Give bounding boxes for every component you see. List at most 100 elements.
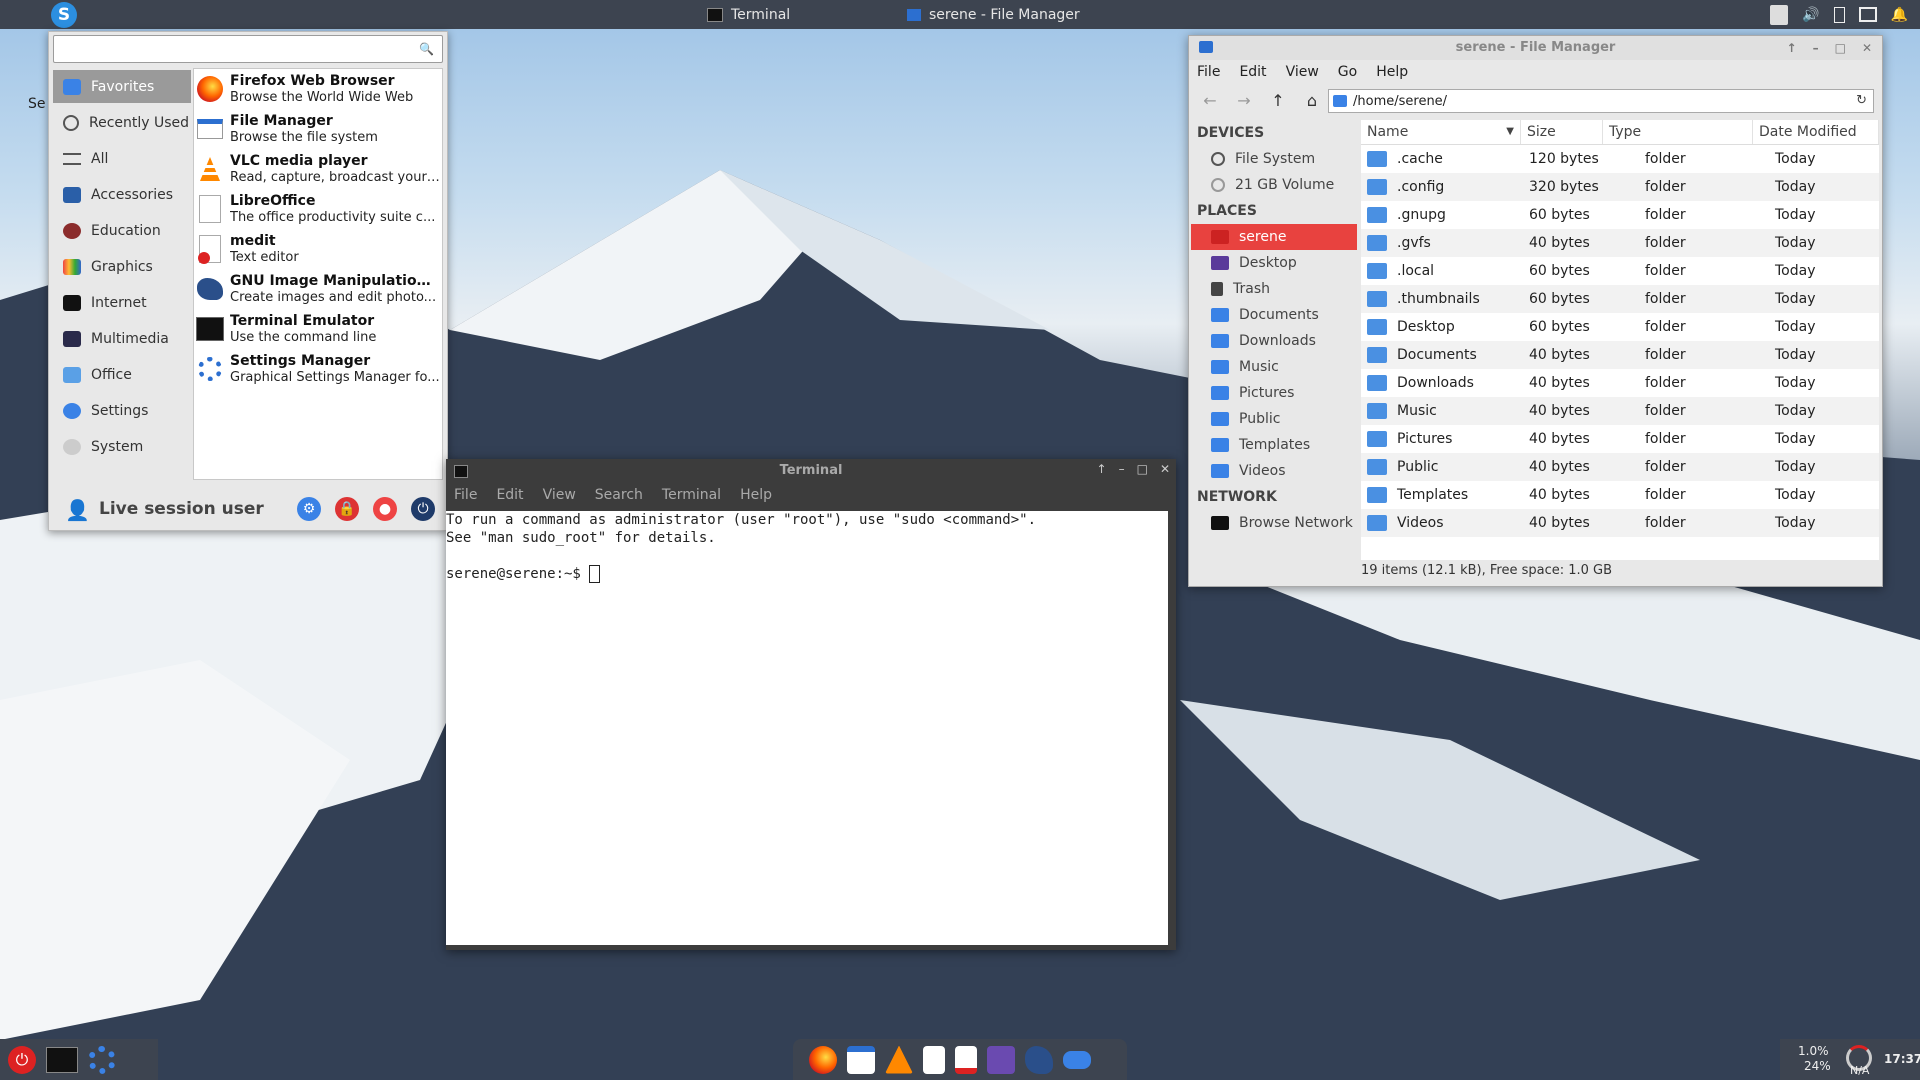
table-row[interactable]: Desktop 60 bytes folder Today xyxy=(1361,313,1879,341)
table-row[interactable]: Downloads 40 bytes folder Today xyxy=(1361,369,1879,397)
app-file-manager[interactable]: File Manager Browse the file system xyxy=(194,109,442,149)
screenshot-icon[interactable] xyxy=(987,1045,1015,1074)
terminal-output[interactable]: To run a command as administrator (user … xyxy=(446,511,1168,945)
settings-gear-icon[interactable]: ⚙ xyxy=(297,497,321,521)
sidebar-item-volume[interactable]: 21 GB Volume xyxy=(1191,172,1357,198)
table-row[interactable]: .local 60 bytes folder Today xyxy=(1361,257,1879,285)
table-row[interactable]: Public 40 bytes folder Today xyxy=(1361,453,1879,481)
table-row[interactable]: Music 40 bytes folder Today xyxy=(1361,397,1879,425)
location-bar[interactable]: /home/serene/ ↻ xyxy=(1328,89,1874,113)
up-arrow-icon[interactable]: ↑ xyxy=(1265,91,1291,110)
minimize-icon[interactable]: – xyxy=(1119,462,1125,476)
network-manager-icon[interactable] xyxy=(1063,1050,1091,1069)
menu-search-input[interactable] xyxy=(60,36,414,62)
sidebar-item-trash[interactable]: Trash xyxy=(1191,276,1357,302)
keep-above-icon[interactable]: ↑ xyxy=(1097,462,1107,476)
minimize-icon[interactable]: – xyxy=(1813,36,1819,60)
clock[interactable]: 17:37 xyxy=(1884,1052,1920,1066)
category-internet[interactable]: Internet xyxy=(53,286,191,319)
app-settings-manager[interactable]: Settings Manager Graphical Settings Manag… xyxy=(194,349,442,389)
applications-menu-button[interactable]: S xyxy=(51,1,77,28)
menu-help[interactable]: Help xyxy=(740,487,772,503)
maximize-icon[interactable]: □ xyxy=(1835,36,1846,60)
close-icon[interactable]: ✕ xyxy=(1160,462,1170,476)
category-settings[interactable]: Settings xyxy=(53,394,191,427)
sidebar-item-documents[interactable]: Documents xyxy=(1191,302,1357,328)
table-row[interactable]: .config 320 bytes folder Today xyxy=(1361,173,1879,201)
notification-icon[interactable]: 🔔 xyxy=(1891,7,1908,23)
desktop-icon-label[interactable]: Se xyxy=(28,96,46,112)
menu-help[interactable]: Help xyxy=(1376,64,1408,80)
volume-icon[interactable]: 🔊 xyxy=(1802,7,1819,23)
gimp-icon[interactable] xyxy=(1025,1045,1053,1074)
task-file-manager[interactable]: serene - File Manager xyxy=(907,0,1080,29)
sidebar-item-serene[interactable]: serene xyxy=(1191,224,1357,250)
app-libreoffice[interactable]: LibreOffice The office productivity suite… xyxy=(194,189,442,229)
sidebar-item-public[interactable]: Public xyxy=(1191,406,1357,432)
menu-edit[interactable]: Edit xyxy=(496,487,523,503)
menu-search[interactable]: Search xyxy=(595,487,643,503)
back-arrow-icon[interactable]: ← xyxy=(1197,91,1223,110)
forward-arrow-icon[interactable]: → xyxy=(1231,91,1257,110)
table-row[interactable]: Documents 40 bytes folder Today xyxy=(1361,341,1879,369)
category-multimedia[interactable]: Multimedia xyxy=(53,322,191,355)
menu-file[interactable]: File xyxy=(1197,64,1220,80)
sidebar-item-templates[interactable]: Templates xyxy=(1191,432,1357,458)
sidebar-item-downloads[interactable]: Downloads xyxy=(1191,328,1357,354)
close-icon[interactable]: ✕ xyxy=(1862,36,1872,60)
app-firefox[interactable]: Firefox Web Browser Browse the World Wide… xyxy=(194,69,442,109)
table-row[interactable]: .gvfs 40 bytes folder Today xyxy=(1361,229,1879,257)
file-manager-icon[interactable] xyxy=(847,1045,875,1074)
column-header-type[interactable]: Type xyxy=(1603,120,1753,144)
firefox-icon[interactable] xyxy=(809,1045,837,1074)
medit-icon[interactable] xyxy=(955,1045,977,1074)
lock-screen-icon[interactable]: 🔒 xyxy=(335,497,359,521)
libreoffice-icon[interactable] xyxy=(923,1045,945,1074)
menu-view[interactable]: View xyxy=(543,487,576,503)
reload-icon[interactable]: ↻ xyxy=(1856,93,1867,108)
vlc-icon[interactable] xyxy=(885,1045,913,1074)
column-header-date[interactable]: Date Modified xyxy=(1753,120,1879,144)
category-office[interactable]: Office xyxy=(53,358,191,391)
power-icon[interactable]: ⏻ xyxy=(8,1045,36,1074)
settings-launcher-icon[interactable] xyxy=(88,1045,116,1074)
app-gimp[interactable]: GNU Image Manipulation ... Create images … xyxy=(194,269,442,309)
app-terminal-emulator[interactable]: Terminal Emulator Use the command line xyxy=(194,309,442,349)
app-medit[interactable]: medit Text editor xyxy=(194,229,442,269)
trash-icon[interactable] xyxy=(1770,4,1789,25)
keep-above-icon[interactable]: ↑ xyxy=(1787,36,1797,60)
table-row[interactable]: .thumbnails 60 bytes folder Today xyxy=(1361,285,1879,313)
log-out-icon[interactable]: ⏻ xyxy=(411,497,435,521)
menu-view[interactable]: View xyxy=(1286,64,1319,80)
table-row[interactable]: .gnupg 60 bytes folder Today xyxy=(1361,201,1879,229)
maximize-icon[interactable]: □ xyxy=(1137,462,1148,476)
menu-edit[interactable]: Edit xyxy=(1239,64,1266,80)
menu-file[interactable]: File xyxy=(454,487,477,503)
sidebar-item-music[interactable]: Music xyxy=(1191,354,1357,380)
category-recently-used[interactable]: Recently Used xyxy=(53,106,191,139)
column-header-name[interactable]: Name ▼ xyxy=(1361,120,1521,144)
table-row[interactable]: Templates 40 bytes folder Today xyxy=(1361,481,1879,509)
terminal-launcher-icon[interactable] xyxy=(46,1046,78,1073)
switch-user-icon[interactable]: ● xyxy=(373,497,397,521)
sidebar-item-browse-network[interactable]: Browse Network xyxy=(1191,510,1357,536)
table-row[interactable]: Pictures 40 bytes folder Today xyxy=(1361,425,1879,453)
column-header-size[interactable]: Size xyxy=(1521,120,1603,144)
category-favorites[interactable]: Favorites xyxy=(53,70,191,103)
sidebar-item-file-system[interactable]: File System xyxy=(1191,146,1357,172)
table-row[interactable]: Videos 40 bytes folder Today xyxy=(1361,509,1879,537)
table-row[interactable]: .cache 120 bytes folder Today xyxy=(1361,145,1879,173)
task-terminal[interactable]: Terminal xyxy=(707,0,790,29)
home-icon[interactable]: ⌂ xyxy=(1299,91,1325,110)
menu-go[interactable]: Go xyxy=(1338,64,1357,80)
menu-terminal[interactable]: Terminal xyxy=(662,487,721,503)
category-education[interactable]: Education xyxy=(53,214,191,247)
category-all[interactable]: All xyxy=(53,142,191,175)
category-accessories[interactable]: Accessories xyxy=(53,178,191,211)
sidebar-item-pictures[interactable]: Pictures xyxy=(1191,380,1357,406)
sidebar-item-desktop[interactable]: Desktop xyxy=(1191,250,1357,276)
category-graphics[interactable]: Graphics xyxy=(53,250,191,283)
battery-icon[interactable] xyxy=(1833,6,1845,23)
app-vlc[interactable]: VLC media player Read, capture, broadcast… xyxy=(194,149,442,189)
sidebar-item-videos[interactable]: Videos xyxy=(1191,458,1357,484)
